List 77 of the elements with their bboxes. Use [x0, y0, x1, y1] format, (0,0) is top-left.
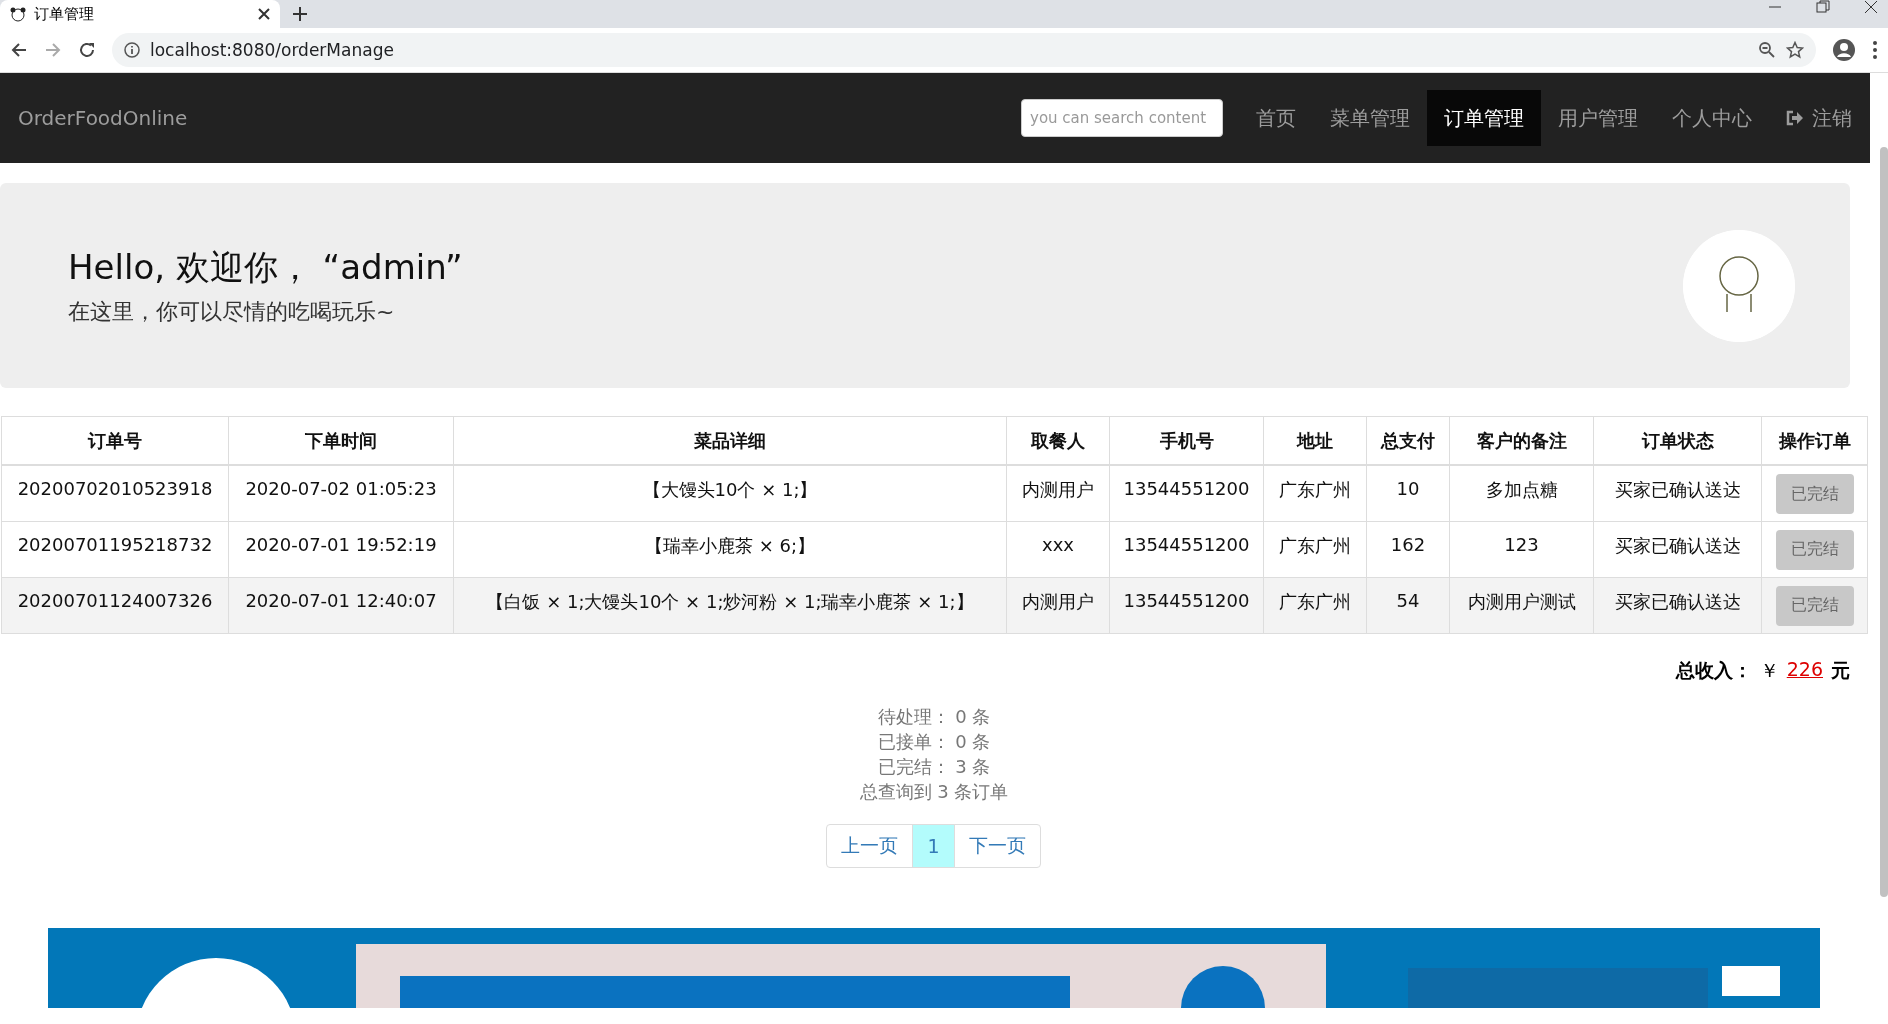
table-cell: 内测用户: [1006, 577, 1110, 633]
brand-name[interactable]: OrderFoodOnline: [18, 106, 1021, 130]
column-header: 总支付: [1366, 416, 1450, 465]
table-cell: 2020-07-02 01:05:23: [228, 465, 454, 521]
table-cell: 买家已确认送达: [1593, 465, 1762, 521]
close-icon[interactable]: [1864, 0, 1878, 14]
profile-icon[interactable]: [1832, 38, 1856, 62]
table-cell: 20200701195218732: [1, 521, 229, 577]
table-cell: 2020-07-01 19:52:19: [228, 521, 454, 577]
panda-icon: [10, 6, 26, 22]
order-stat: 已接单： 0 条: [877, 729, 991, 754]
table-cell: 多加点糖: [1449, 465, 1594, 521]
order-stat: 已完结： 3 条: [877, 754, 991, 779]
logout-link[interactable]: 注销: [1769, 90, 1852, 146]
nav-link[interactable]: 订单管理: [1427, 90, 1541, 146]
nav-link[interactable]: 菜单管理: [1313, 90, 1427, 146]
currency-symbol: ￥: [1759, 657, 1779, 683]
column-header: 订单状态: [1593, 416, 1762, 465]
new-tab-icon[interactable]: [292, 6, 308, 22]
close-icon[interactable]: [258, 8, 270, 20]
table-cell: 162: [1366, 521, 1450, 577]
nav-link[interactable]: 首页: [1239, 90, 1313, 146]
table-cell: 买家已确认送达: [1593, 577, 1762, 633]
table-cell: 【白饭 × 1;大馒头10个 × 1;炒河粉 × 1;瑞幸小鹿茶 × 1;】: [453, 577, 1007, 633]
order-stat: 待处理： 0 条: [877, 704, 991, 729]
welcome-heading: Hello, 欢迎你， “admin”: [68, 245, 464, 289]
order-stat: 总查询到 3 条订单: [859, 779, 1009, 804]
table-cell: 123: [1449, 521, 1594, 577]
table-cell: 广东广州: [1263, 577, 1367, 633]
table-cell: 13544551200: [1109, 465, 1264, 521]
search-field[interactable]: you can search content: [1021, 99, 1223, 137]
completed-button[interactable]: 已完结: [1775, 585, 1854, 626]
column-header: 订单号: [1, 416, 229, 465]
welcome-subtitle: 在这里，你可以尽情的吃喝玩乐~: [68, 297, 396, 326]
column-header: 手机号: [1109, 416, 1264, 465]
table-cell: 10: [1366, 465, 1450, 521]
back-icon[interactable]: [10, 41, 28, 59]
page-button[interactable]: 1: [912, 823, 955, 868]
table-cell: 20200701124007326: [1, 577, 229, 633]
nav-link[interactable]: 个人中心: [1655, 90, 1769, 146]
completed-button[interactable]: 已完结: [1775, 529, 1854, 570]
logout-icon: [1786, 110, 1804, 126]
column-header: 菜品详细: [453, 416, 1007, 465]
table-cell: 内测用户测试: [1449, 577, 1594, 633]
address-bar[interactable]: localhost:8080/orderManage: [112, 33, 1816, 67]
table-cell: 【瑞幸小鹿茶 × 6;】: [453, 521, 1007, 577]
table-cell: 54: [1366, 577, 1450, 633]
column-header: 取餐人: [1006, 416, 1110, 465]
browser-tab[interactable]: 订单管理: [0, 0, 280, 28]
total-income-label: 总收入：: [1675, 657, 1752, 683]
scrollbar[interactable]: [1880, 147, 1888, 897]
column-header: 操作订单: [1761, 416, 1868, 465]
table-cell: 广东广州: [1263, 521, 1367, 577]
star-icon[interactable]: [1786, 41, 1804, 59]
table-cell: 2020-07-01 12:40:07: [228, 577, 454, 633]
column-header: 地址: [1263, 416, 1367, 465]
table-cell: 广东广州: [1263, 465, 1367, 521]
column-header: 下单时间: [228, 416, 454, 465]
table-cell: 20200702010523918: [1, 465, 229, 521]
table-cell: 【大馒头10个 × 1;】: [453, 465, 1007, 521]
zoom-icon[interactable]: [1758, 41, 1776, 59]
table-cell: 买家已确认送达: [1593, 521, 1762, 577]
nav-link[interactable]: 用户管理: [1541, 90, 1655, 146]
currency-unit: 元: [1831, 657, 1850, 683]
next-page-button[interactable]: 下一页: [953, 823, 1041, 868]
column-header: 客户的备注: [1449, 416, 1594, 465]
table-cell: 内测用户: [1006, 465, 1110, 521]
completed-button[interactable]: 已完结: [1775, 474, 1854, 514]
reload-icon[interactable]: [78, 41, 96, 59]
table-cell: xxx: [1006, 521, 1110, 577]
previous-page-button[interactable]: 上一页: [826, 823, 914, 868]
info-icon: [124, 42, 140, 58]
restore-icon[interactable]: [1816, 0, 1830, 14]
total-income-amount[interactable]: 226: [1786, 657, 1823, 684]
table-cell: 13544551200: [1109, 521, 1264, 577]
menu-icon[interactable]: [1872, 40, 1878, 60]
table-cell: 13544551200: [1109, 577, 1264, 633]
